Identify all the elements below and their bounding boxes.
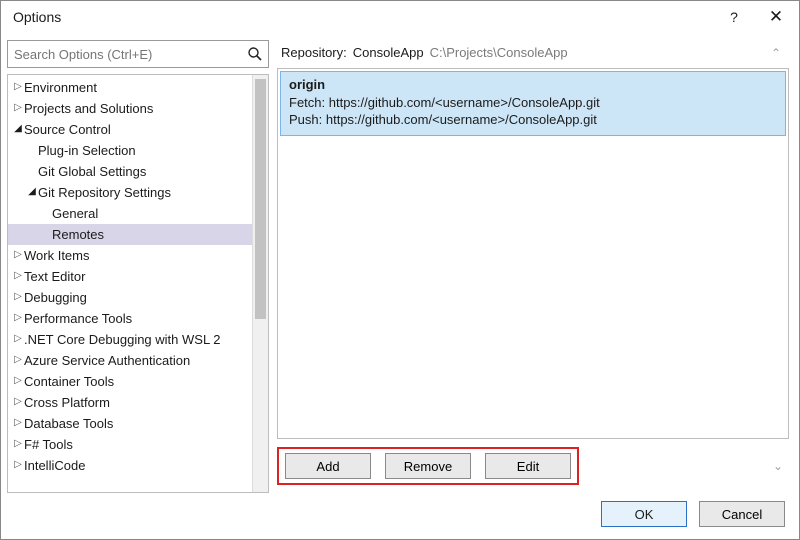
- tree-label: Remotes: [52, 227, 104, 242]
- chevron-right-icon: ▷: [12, 438, 24, 449]
- tree-item-database-tools[interactable]: ▷Database Tools: [8, 413, 252, 434]
- tree-item-source-control[interactable]: ◢Source Control: [8, 119, 252, 140]
- tree-item-work-items[interactable]: ▷Work Items: [8, 245, 252, 266]
- tree-label: Cross Platform: [24, 395, 110, 410]
- chevron-right-icon: ▷: [12, 102, 24, 113]
- chevron-right-icon: ▷: [12, 270, 24, 281]
- chevron-right-icon: ▷: [12, 417, 24, 428]
- remote-fetch-row: Fetch: https://github.com/<username>/Con…: [289, 94, 777, 112]
- search-input[interactable]: [8, 47, 242, 62]
- remote-item[interactable]: origin Fetch: https://github.com/<userna…: [280, 71, 786, 136]
- tree-label: Debugging: [24, 290, 87, 305]
- chevron-down-icon[interactable]: ⌄: [767, 459, 789, 473]
- tree-item-container-tools[interactable]: ▷Container Tools: [8, 371, 252, 392]
- tree-label: Source Control: [24, 122, 111, 137]
- chevron-right-icon: ▷: [12, 396, 24, 407]
- chevron-right-icon: ▷: [12, 312, 24, 323]
- repository-name: ConsoleApp: [353, 45, 424, 60]
- options-dialog: Options ? ✕ ▷Environment ▷Projects and S…: [0, 0, 800, 540]
- close-icon[interactable]: ✕: [759, 7, 793, 27]
- tree-item-plugin-selection[interactable]: Plug-in Selection: [8, 140, 252, 161]
- help-icon[interactable]: ?: [717, 9, 751, 25]
- remote-fetch-label: Fetch:: [289, 95, 325, 110]
- right-panel: Repository: ConsoleApp C:\Projects\Conso…: [277, 40, 789, 493]
- tree-item-debugging[interactable]: ▷Debugging: [8, 287, 252, 308]
- window-title: Options: [13, 9, 717, 25]
- tree-label: Container Tools: [24, 374, 114, 389]
- remove-button[interactable]: Remove: [385, 453, 471, 479]
- callout-highlight: Add Remove Edit: [277, 447, 579, 485]
- tree-item-git-global-settings[interactable]: Git Global Settings: [8, 161, 252, 182]
- chevron-up-icon[interactable]: ⌃: [765, 46, 787, 60]
- tree-label: .NET Core Debugging with WSL 2: [24, 332, 221, 347]
- cancel-button[interactable]: Cancel: [699, 501, 785, 527]
- tree-item-net-core-debugging[interactable]: ▷.NET Core Debugging with WSL 2: [8, 329, 252, 350]
- tree-label: Git Repository Settings: [38, 185, 171, 200]
- titlebar: Options ? ✕: [1, 1, 799, 35]
- add-button[interactable]: Add: [285, 453, 371, 479]
- chevron-right-icon: ▷: [12, 459, 24, 470]
- tree-item-environment[interactable]: ▷Environment: [8, 77, 252, 98]
- ok-button[interactable]: OK: [601, 501, 687, 527]
- tree-item-fsharp-tools[interactable]: ▷F# Tools: [8, 434, 252, 455]
- chevron-down-icon: ◢: [26, 186, 38, 197]
- chevron-right-icon: ▷: [12, 249, 24, 260]
- tree-label: Text Editor: [24, 269, 85, 284]
- chevron-right-icon: ▷: [12, 291, 24, 302]
- scrollbar-thumb[interactable]: [255, 79, 266, 319]
- chevron-right-icon: ▷: [12, 375, 24, 386]
- tree-item-general[interactable]: General: [8, 203, 252, 224]
- tree-item-performance-tools[interactable]: ▷Performance Tools: [8, 308, 252, 329]
- tree-label: Git Global Settings: [38, 164, 146, 179]
- tree-label: Database Tools: [24, 416, 113, 431]
- edit-button[interactable]: Edit: [485, 453, 571, 479]
- tree-item-cross-platform[interactable]: ▷Cross Platform: [8, 392, 252, 413]
- remote-push-url: https://github.com/<username>/ConsoleApp…: [326, 112, 597, 127]
- tree-label: Projects and Solutions: [24, 101, 153, 116]
- tree-item-azure-auth[interactable]: ▷Azure Service Authentication: [8, 350, 252, 371]
- tree-label: Performance Tools: [24, 311, 132, 326]
- dialog-footer: OK Cancel: [1, 493, 799, 539]
- search-icon[interactable]: [242, 46, 268, 62]
- options-tree: ▷Environment ▷Projects and Solutions ◢So…: [7, 74, 269, 493]
- chevron-right-icon: ▷: [12, 333, 24, 344]
- chevron-down-icon: ◢: [12, 123, 24, 134]
- tree-item-git-repository-settings[interactable]: ◢Git Repository Settings: [8, 182, 252, 203]
- repository-header: Repository: ConsoleApp C:\Projects\Conso…: [277, 40, 789, 68]
- search-box[interactable]: [7, 40, 269, 68]
- repository-path: C:\Projects\ConsoleApp: [430, 45, 568, 60]
- chevron-right-icon: ▷: [12, 354, 24, 365]
- repository-label: Repository:: [281, 45, 347, 60]
- tree-label: F# Tools: [24, 437, 73, 452]
- tree-label: IntelliCode: [24, 458, 85, 473]
- remote-push-row: Push: https://github.com/<username>/Cons…: [289, 111, 777, 129]
- remote-fetch-url: https://github.com/<username>/ConsoleApp…: [329, 95, 600, 110]
- remotes-listbox[interactable]: origin Fetch: https://github.com/<userna…: [277, 68, 789, 439]
- tree-label: Work Items: [24, 248, 90, 263]
- tree-label: Azure Service Authentication: [24, 353, 190, 368]
- tree-item-text-editor[interactable]: ▷Text Editor: [8, 266, 252, 287]
- remote-push-label: Push:: [289, 112, 322, 127]
- tree-label: General: [52, 206, 98, 221]
- tree-label: Plug-in Selection: [38, 143, 136, 158]
- left-panel: ▷Environment ▷Projects and Solutions ◢So…: [7, 40, 269, 493]
- tree-item-projects[interactable]: ▷Projects and Solutions: [8, 98, 252, 119]
- tree-label: Environment: [24, 80, 97, 95]
- tree-item-intellicode[interactable]: ▷IntelliCode: [8, 455, 252, 476]
- remote-name: origin: [289, 76, 777, 94]
- remote-buttons-row: Add Remove Edit ⌄: [277, 447, 789, 493]
- chevron-right-icon: ▷: [12, 81, 24, 92]
- tree-item-remotes[interactable]: Remotes: [8, 224, 252, 245]
- tree-scrollbar[interactable]: [252, 75, 268, 492]
